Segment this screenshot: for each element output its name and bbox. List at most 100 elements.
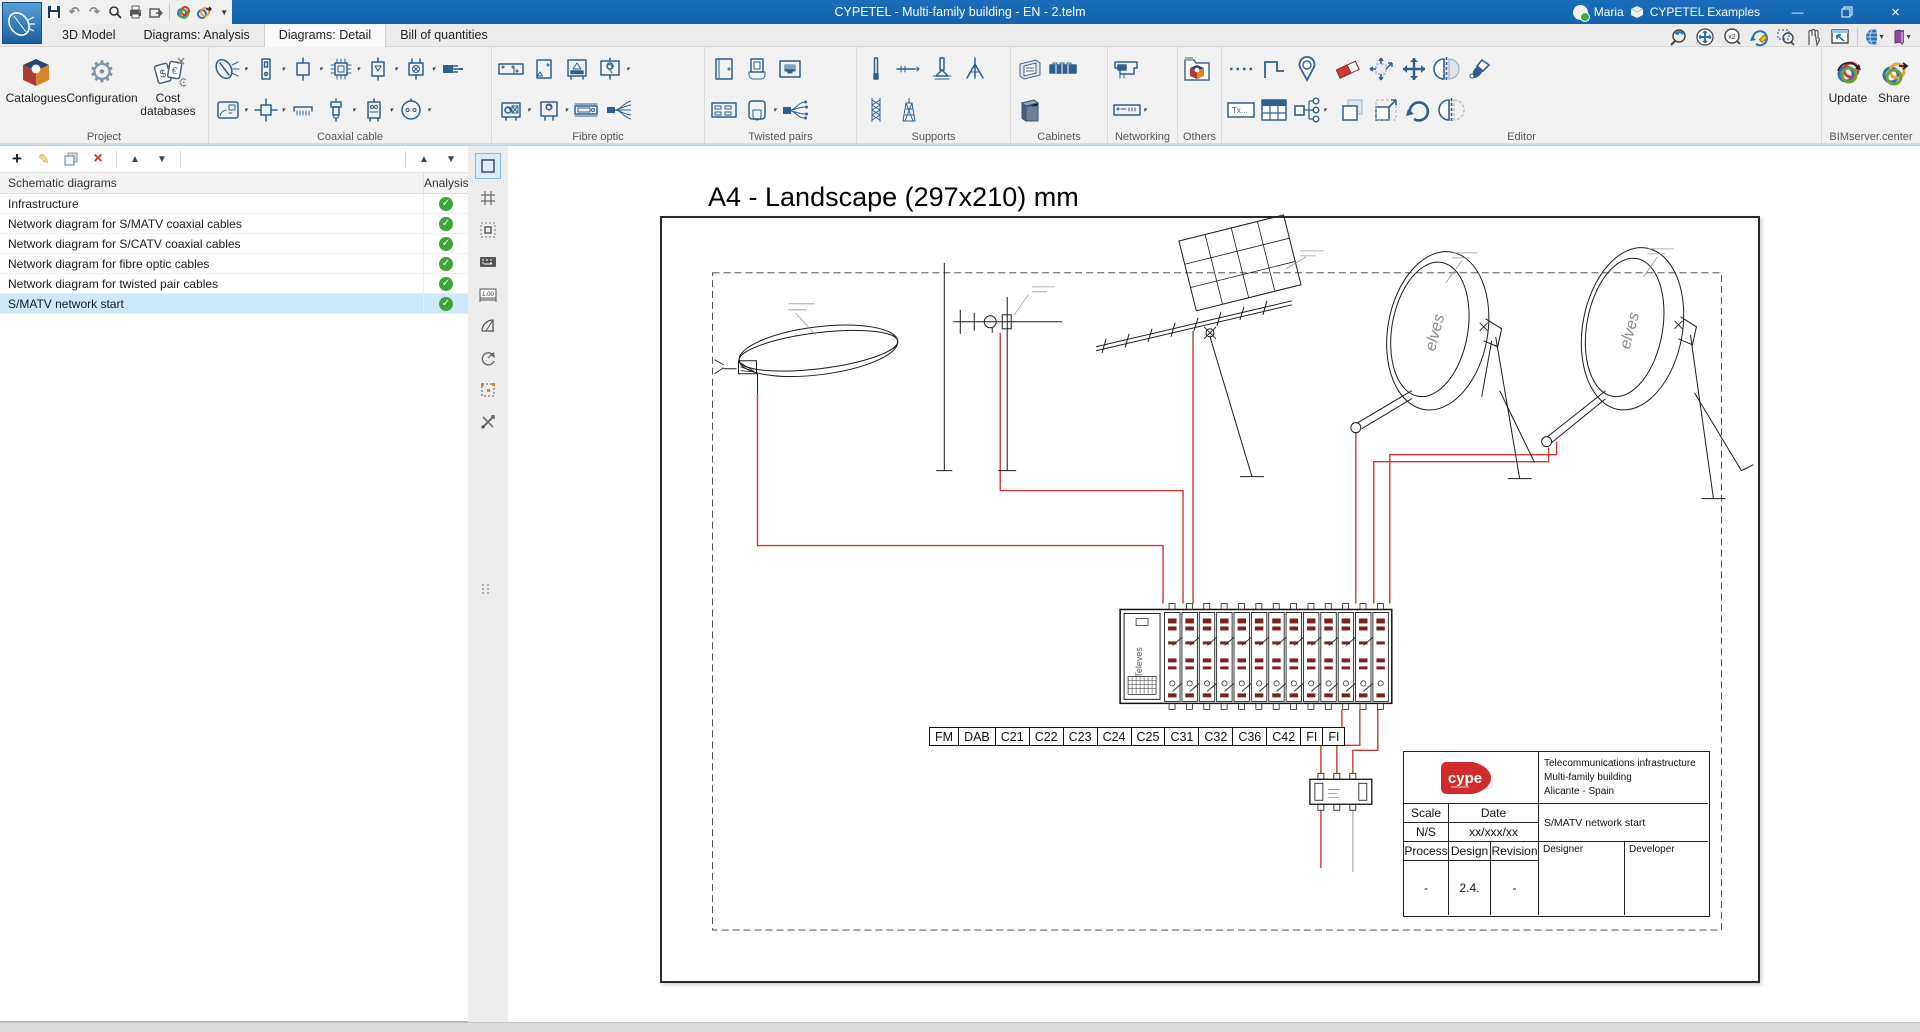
dish-antenna-icon[interactable] <box>213 54 243 84</box>
selection-icon[interactable] <box>475 377 501 403</box>
grid-icon[interactable] <box>475 185 501 211</box>
tripod-icon[interactable] <box>960 54 990 84</box>
tap2-icon[interactable] <box>359 95 389 125</box>
drawing-canvas[interactable]: A4 - Landscape (297x210) mm <box>508 145 1920 1022</box>
wall-cabinet-icon[interactable] <box>1015 54 1045 84</box>
move-icon[interactable] <box>1399 54 1429 84</box>
bim-cube-icon[interactable] <box>1630 5 1644 19</box>
edit-icon[interactable]: ✎ <box>35 150 53 168</box>
user-name[interactable]: Maria <box>1594 5 1624 19</box>
fibre-cable-icon[interactable] <box>604 95 634 125</box>
rj45-jack-icon[interactable] <box>742 54 772 84</box>
f-connector-icon[interactable] <box>438 54 468 84</box>
textbox-icon[interactable]: Tx... <box>1226 95 1256 125</box>
delete-icon[interactable]: × <box>89 150 107 168</box>
pin-icon[interactable] <box>1292 54 1322 84</box>
list-item[interactable]: Network diagram for fibre optic cables ✓ <box>0 254 468 274</box>
nic-card-icon[interactable] <box>1112 54 1142 84</box>
list-item[interactable]: Infrastructure ✓ <box>0 194 468 214</box>
switch-icon[interactable] <box>1112 95 1142 125</box>
zoom-previous-icon[interactable] <box>1668 27 1688 47</box>
viewport-icon[interactable] <box>475 153 501 179</box>
eraser-icon[interactable] <box>1333 54 1363 84</box>
tools-icon[interactable] <box>475 409 501 435</box>
user-avatar[interactable] <box>1573 5 1588 20</box>
floor-cabinet-icon[interactable] <box>1015 95 1045 125</box>
list-item[interactable]: Network diagram for S/CATV coaxial cable… <box>0 234 468 254</box>
rj45-port-icon[interactable] <box>775 54 805 84</box>
account-name[interactable]: CYPETEL Examples <box>1650 5 1760 19</box>
splitter-grip[interactable] <box>482 584 490 594</box>
tree-icon[interactable] <box>1292 95 1322 125</box>
cost-databases-button[interactable]: $€⚙ Cost databases <box>136 50 200 129</box>
table-icon[interactable] <box>1259 95 1289 125</box>
keyboard-icon[interactable] <box>475 249 501 275</box>
splitter-cross-icon[interactable] <box>251 95 281 125</box>
meter-box-icon[interactable] <box>595 54 625 84</box>
chip-icon[interactable] <box>326 54 356 84</box>
zoom-extents-icon[interactable] <box>1695 27 1715 47</box>
comb-filter-icon[interactable] <box>288 95 318 125</box>
snap-icon[interactable] <box>475 217 501 243</box>
update-button[interactable]: Update <box>1826 50 1870 129</box>
restore-button[interactable] <box>1822 0 1871 24</box>
brush-icon[interactable] <box>1465 54 1495 84</box>
attenuator-icon[interactable] <box>321 95 351 125</box>
zoom-window-icon[interactable] <box>1776 27 1796 47</box>
minimize-button[interactable]: — <box>1773 0 1822 24</box>
configuration-button[interactable]: ⚙ Configuration <box>70 50 134 129</box>
tab-bill-of-quantities[interactable]: Bill of quantities <box>386 24 502 47</box>
box-connector-icon[interactable] <box>401 54 431 84</box>
tab-3d-model[interactable]: 3D Model <box>48 24 130 47</box>
share-button[interactable]: Share <box>1872 50 1916 129</box>
tower-icon[interactable] <box>894 95 924 125</box>
socket-box-icon[interactable] <box>742 95 772 125</box>
lattice-icon[interactable] <box>861 95 891 125</box>
splitter-box-icon[interactable] <box>288 54 318 84</box>
warn-box-icon[interactable] <box>562 54 592 84</box>
catalogues-button[interactable]: Catalogues <box>4 50 68 129</box>
patch-panel-icon[interactable] <box>709 95 739 125</box>
help-book-icon[interactable]: ▼ <box>1892 27 1912 47</box>
splice-tray-icon[interactable] <box>571 95 601 125</box>
app-logo-icon[interactable] <box>2 2 42 44</box>
collapse-up-icon[interactable]: ▲ <box>415 150 433 168</box>
list-item[interactable]: Network diagram for S/MATV coaxial cable… <box>0 214 468 234</box>
field-meter-icon[interactable] <box>213 95 243 125</box>
orbit-icon[interactable] <box>475 345 501 371</box>
close-button[interactable]: × <box>1871 0 1920 24</box>
pedestal-icon[interactable] <box>927 54 957 84</box>
bim-folder-icon[interactable] <box>1182 54 1212 84</box>
move-up-icon[interactable]: ▲ <box>126 150 144 168</box>
wall-box-icon[interactable] <box>529 54 559 84</box>
splice-box-icon[interactable] <box>496 95 526 125</box>
din-blocks-icon[interactable] <box>1048 54 1078 84</box>
stretch-icon[interactable] <box>1366 54 1396 84</box>
duplicate-icon[interactable] <box>62 150 80 168</box>
copy-icon[interactable] <box>1338 95 1368 125</box>
polyline-icon[interactable] <box>1259 54 1289 84</box>
tap-box-icon[interactable] <box>363 54 393 84</box>
tv-socket-icon[interactable] <box>396 95 426 125</box>
mast-icon[interactable] <box>861 54 891 84</box>
redraw-icon[interactable] <box>1749 27 1769 47</box>
list-item[interactable]: Network diagram for twisted pair cables … <box>0 274 468 294</box>
mirror-copy-icon[interactable] <box>1432 54 1462 84</box>
patch-strip-icon[interactable] <box>496 54 526 84</box>
globe-icon[interactable]: ▼ <box>1865 27 1885 47</box>
wall-anchor-icon[interactable] <box>894 54 924 84</box>
mirror-icon[interactable] <box>1437 95 1467 125</box>
otdr-box-icon[interactable] <box>534 95 564 125</box>
rotate-icon[interactable] <box>1404 95 1434 125</box>
protractor-icon[interactable] <box>475 313 501 339</box>
zoom-x2-icon[interactable]: x2 <box>1722 27 1742 47</box>
tab-diagrams-analysis[interactable]: Diagrams: Analysis <box>130 24 264 47</box>
move-down-icon[interactable]: ▼ <box>153 150 171 168</box>
collapse-down-icon[interactable]: ▼ <box>442 150 460 168</box>
amplifier-icon[interactable] <box>251 54 281 84</box>
scale-icon[interactable] <box>1371 95 1401 125</box>
pan-hand-icon[interactable] <box>1803 27 1823 47</box>
dimension-icon[interactable]: 1.00 <box>475 281 501 307</box>
add-icon[interactable]: + <box>8 150 26 168</box>
capture-icon[interactable] <box>1830 27 1850 47</box>
